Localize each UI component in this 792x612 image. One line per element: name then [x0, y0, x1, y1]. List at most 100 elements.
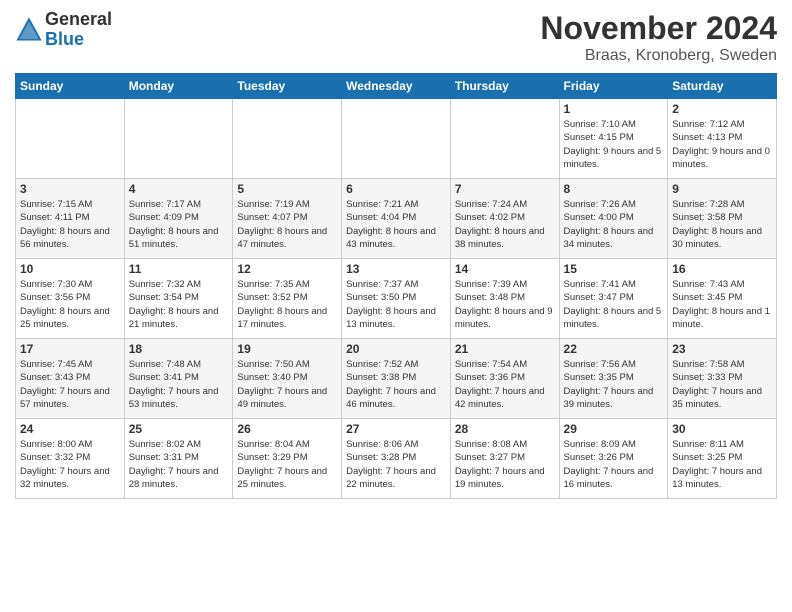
day-info: Sunrise: 8:02 AMSunset: 3:31 PMDaylight:… — [129, 439, 219, 490]
day-cell: 11 Sunrise: 7:32 AMSunset: 3:54 PMDayligh… — [124, 259, 233, 339]
day-cell: 14Sunrise: 7:39 AMSunset: 3:48 PMDayligh… — [450, 259, 559, 339]
day-cell: 8 Sunrise: 7:26 AMSunset: 4:00 PMDaylight… — [559, 179, 668, 259]
day-info: Sunrise: 7:28 AMSunset: 3:58 PMDaylight:… — [672, 199, 762, 250]
day-info: Sunrise: 7:48 AMSunset: 3:41 PMDaylight:… — [129, 359, 219, 410]
day-number: 4 — [129, 182, 229, 196]
day-number: 6 — [346, 182, 446, 196]
day-number: 27 — [346, 422, 446, 436]
day-number: 21 — [455, 342, 555, 356]
day-cell: 29Sunrise: 8:09 AMSunset: 3:26 PMDayligh… — [559, 419, 668, 499]
header: General Blue November 2024 Braas, Kronob… — [15, 10, 777, 65]
day-cell: 1 Sunrise: 7:10 AMSunset: 4:15 PMDaylight… — [559, 99, 668, 179]
day-cell: 15Sunrise: 7:41 AMSunset: 3:47 PMDayligh… — [559, 259, 668, 339]
day-number: 26 — [237, 422, 337, 436]
header-friday: Friday — [559, 74, 668, 99]
day-number: 14 — [455, 262, 555, 276]
day-info: Sunrise: 7:43 AMSunset: 3:45 PMDaylight:… — [672, 279, 770, 330]
day-info: Sunrise: 7:50 AMSunset: 3:40 PMDaylight:… — [237, 359, 327, 410]
day-number: 24 — [20, 422, 120, 436]
header-wednesday: Wednesday — [342, 74, 451, 99]
day-cell: 10Sunrise: 7:30 AMSunset: 3:56 PMDayligh… — [16, 259, 125, 339]
day-number: 20 — [346, 342, 446, 356]
week-row-2: 10Sunrise: 7:30 AMSunset: 3:56 PMDayligh… — [16, 259, 777, 339]
logo-blue: Blue — [45, 30, 112, 50]
day-number: 7 — [455, 182, 555, 196]
calendar-table: Sunday Monday Tuesday Wednesday Thursday… — [15, 73, 777, 499]
week-row-0: 1 Sunrise: 7:10 AMSunset: 4:15 PMDaylight… — [16, 99, 777, 179]
day-cell: 27 Sunrise: 8:06 AMSunset: 3:28 PMDayligh… — [342, 419, 451, 499]
day-number: 11 — [129, 262, 229, 276]
day-number: 18 — [129, 342, 229, 356]
day-info: Sunrise: 7:52 AMSunset: 3:38 PMDaylight:… — [346, 359, 436, 410]
logo-general: General — [45, 10, 112, 30]
header-sunday: Sunday — [16, 74, 125, 99]
day-cell: 18 Sunrise: 7:48 AMSunset: 3:41 PMDayligh… — [124, 339, 233, 419]
day-cell: 24 Sunrise: 8:00 AMSunset: 3:32 PMDayligh… — [16, 419, 125, 499]
day-number: 1 — [564, 102, 664, 116]
day-info: Sunrise: 7:32 AMSunset: 3:54 PMDaylight:… — [129, 279, 219, 330]
main-title: November 2024 — [540, 10, 777, 47]
day-cell: 16Sunrise: 7:43 AMSunset: 3:45 PMDayligh… — [668, 259, 777, 339]
day-cell: 22Sunrise: 7:56 AMSunset: 3:35 PMDayligh… — [559, 339, 668, 419]
logo: General Blue — [15, 10, 112, 50]
day-cell: 5 Sunrise: 7:19 AMSunset: 4:07 PMDaylight… — [233, 179, 342, 259]
logo-icon — [15, 16, 43, 44]
day-info: Sunrise: 8:08 AMSunset: 3:27 PMDaylight:… — [455, 439, 545, 490]
day-cell — [124, 99, 233, 179]
day-cell: 4 Sunrise: 7:17 AMSunset: 4:09 PMDaylight… — [124, 179, 233, 259]
day-cell: 19 Sunrise: 7:50 AMSunset: 3:40 PMDayligh… — [233, 339, 342, 419]
day-cell: 13 Sunrise: 7:37 AMSunset: 3:50 PMDayligh… — [342, 259, 451, 339]
day-cell: 2 Sunrise: 7:12 AMSunset: 4:13 PMDaylight… — [668, 99, 777, 179]
day-cell — [16, 99, 125, 179]
day-cell: 23Sunrise: 7:58 AMSunset: 3:33 PMDayligh… — [668, 339, 777, 419]
day-cell: 28Sunrise: 8:08 AMSunset: 3:27 PMDayligh… — [450, 419, 559, 499]
day-cell: 21Sunrise: 7:54 AMSunset: 3:36 PMDayligh… — [450, 339, 559, 419]
day-info: Sunrise: 8:11 AMSunset: 3:25 PMDaylight:… — [672, 439, 762, 490]
day-number: 3 — [20, 182, 120, 196]
day-info: Sunrise: 7:19 AMSunset: 4:07 PMDaylight:… — [237, 199, 327, 250]
day-info: Sunrise: 8:00 AMSunset: 3:32 PMDaylight:… — [20, 439, 110, 490]
day-info: Sunrise: 7:26 AMSunset: 4:00 PMDaylight:… — [564, 199, 654, 250]
day-number: 2 — [672, 102, 772, 116]
day-number: 19 — [237, 342, 337, 356]
day-number: 30 — [672, 422, 772, 436]
day-cell — [233, 99, 342, 179]
day-number: 8 — [564, 182, 664, 196]
day-info: Sunrise: 7:17 AMSunset: 4:09 PMDaylight:… — [129, 199, 219, 250]
week-row-1: 3 Sunrise: 7:15 AMSunset: 4:11 PMDaylight… — [16, 179, 777, 259]
day-cell: 25 Sunrise: 8:02 AMSunset: 3:31 PMDayligh… — [124, 419, 233, 499]
day-cell: 6 Sunrise: 7:21 AMSunset: 4:04 PMDaylight… — [342, 179, 451, 259]
day-info: Sunrise: 7:37 AMSunset: 3:50 PMDaylight:… — [346, 279, 436, 330]
logo-text: General Blue — [45, 10, 112, 50]
calendar-body: 1 Sunrise: 7:10 AMSunset: 4:15 PMDaylight… — [16, 99, 777, 499]
day-info: Sunrise: 7:21 AMSunset: 4:04 PMDaylight:… — [346, 199, 436, 250]
day-number: 17 — [20, 342, 120, 356]
day-info: Sunrise: 8:06 AMSunset: 3:28 PMDaylight:… — [346, 439, 436, 490]
day-number: 23 — [672, 342, 772, 356]
title-section: November 2024 Braas, Kronoberg, Sweden — [540, 10, 777, 65]
day-info: Sunrise: 7:10 AMSunset: 4:15 PMDaylight:… — [564, 119, 662, 170]
page: General Blue November 2024 Braas, Kronob… — [0, 0, 792, 612]
day-number: 25 — [129, 422, 229, 436]
header-row: Sunday Monday Tuesday Wednesday Thursday… — [16, 74, 777, 99]
day-number: 5 — [237, 182, 337, 196]
day-number: 9 — [672, 182, 772, 196]
day-number: 10 — [20, 262, 120, 276]
day-info: Sunrise: 8:04 AMSunset: 3:29 PMDaylight:… — [237, 439, 327, 490]
day-number: 12 — [237, 262, 337, 276]
header-tuesday: Tuesday — [233, 74, 342, 99]
day-info: Sunrise: 7:15 AMSunset: 4:11 PMDaylight:… — [20, 199, 110, 250]
day-info: Sunrise: 7:12 AMSunset: 4:13 PMDaylight:… — [672, 119, 770, 170]
day-info: Sunrise: 7:45 AMSunset: 3:43 PMDaylight:… — [20, 359, 110, 410]
day-cell: 30 Sunrise: 8:11 AMSunset: 3:25 PMDayligh… — [668, 419, 777, 499]
day-cell: 17 Sunrise: 7:45 AMSunset: 3:43 PMDayligh… — [16, 339, 125, 419]
week-row-4: 24 Sunrise: 8:00 AMSunset: 3:32 PMDayligh… — [16, 419, 777, 499]
day-number: 13 — [346, 262, 446, 276]
subtitle: Braas, Kronoberg, Sweden — [540, 47, 777, 65]
day-info: Sunrise: 7:56 AMSunset: 3:35 PMDaylight:… — [564, 359, 654, 410]
day-cell: 20 Sunrise: 7:52 AMSunset: 3:38 PMDayligh… — [342, 339, 451, 419]
header-monday: Monday — [124, 74, 233, 99]
day-cell: 3 Sunrise: 7:15 AMSunset: 4:11 PMDaylight… — [16, 179, 125, 259]
day-cell: 26 Sunrise: 8:04 AMSunset: 3:29 PMDayligh… — [233, 419, 342, 499]
day-info: Sunrise: 7:24 AMSunset: 4:02 PMDaylight:… — [455, 199, 545, 250]
